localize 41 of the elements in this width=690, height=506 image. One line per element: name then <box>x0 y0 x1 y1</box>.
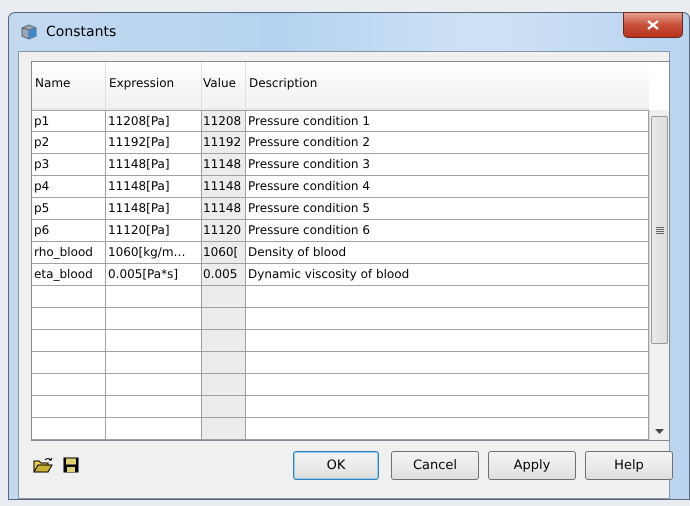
open-folder-icon[interactable] <box>33 457 53 473</box>
table-cell: p2 <box>32 132 106 153</box>
scroll-down-icon[interactable] <box>655 429 664 434</box>
dialog-button[interactable]: Apply <box>488 450 576 480</box>
column-header[interactable]: Description <box>246 62 649 108</box>
table-cell: 0.005 <box>202 264 246 285</box>
scrollbar-thumb[interactable] <box>651 116 668 344</box>
table-cell: 1060[ <box>202 242 246 263</box>
dialog-button[interactable]: Help <box>585 450 673 480</box>
close-button[interactable] <box>623 12 683 38</box>
grip-icon <box>656 226 664 234</box>
table-cell: 11120 <box>202 220 246 241</box>
column-header[interactable]: Name <box>32 62 106 108</box>
dialog-button[interactable]: OK <box>293 450 379 480</box>
table-cell: p4 <box>32 176 106 197</box>
table-cell: p6 <box>32 220 106 241</box>
table-cell: 11148 <box>202 154 246 175</box>
table-cell: rho_blood <box>32 242 106 263</box>
column-header[interactable]: Value <box>202 62 246 108</box>
table-cell: p3 <box>32 154 106 175</box>
table-cell: 11192 <box>202 132 246 153</box>
scrollbar[interactable] <box>649 110 669 440</box>
table-cell: p1 <box>32 111 106 131</box>
cube-icon <box>20 23 38 41</box>
table-cell: eta_blood <box>32 264 106 285</box>
empty-cell[interactable] <box>202 286 246 307</box>
empty-cell[interactable] <box>202 396 246 417</box>
table-cell: 11148 <box>202 176 246 197</box>
empty-cell[interactable] <box>202 330 246 351</box>
column-header[interactable]: Expression <box>106 62 202 108</box>
empty-cell[interactable] <box>202 374 246 395</box>
empty-cell[interactable] <box>202 418 246 439</box>
dialog-button[interactable]: Cancel <box>391 450 479 480</box>
save-icon[interactable] <box>63 457 79 473</box>
empty-cell[interactable] <box>202 352 246 373</box>
table-cell: 11208 <box>202 111 246 131</box>
close-icon <box>647 20 659 30</box>
table-cell: p5 <box>32 198 106 219</box>
window-title: Constants <box>46 24 116 40</box>
table-cell: 11148 <box>202 198 246 219</box>
empty-cell[interactable] <box>202 308 246 329</box>
